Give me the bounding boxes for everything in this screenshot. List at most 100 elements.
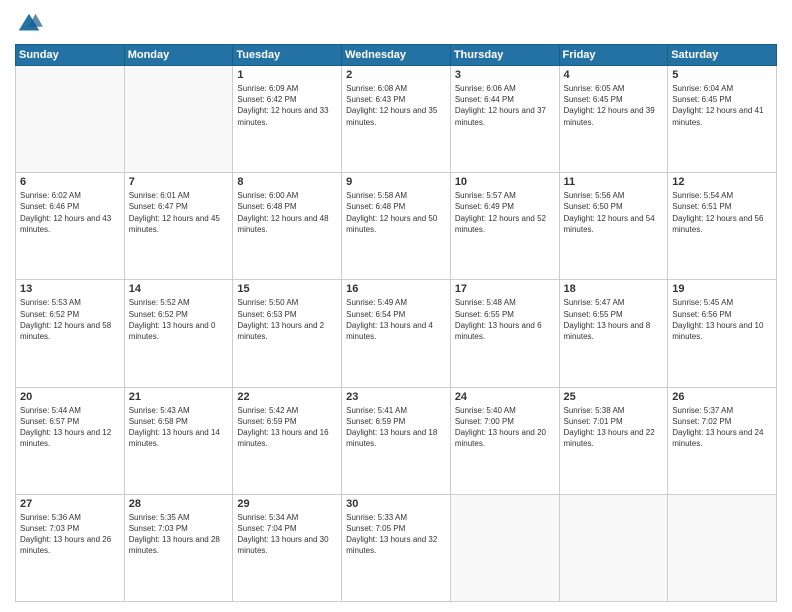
weekday-header: Tuesday: [233, 45, 342, 66]
day-info: Sunrise: 5:54 AM Sunset: 6:51 PM Dayligh…: [672, 190, 772, 235]
day-info: Sunrise: 5:42 AM Sunset: 6:59 PM Dayligh…: [237, 405, 337, 450]
calendar-week-row: 20Sunrise: 5:44 AM Sunset: 6:57 PM Dayli…: [16, 387, 777, 494]
calendar-week-row: 13 Sunrise: 5:53 AM Sunset: 6:52 PM Dayli…: [16, 280, 777, 387]
day-number: 28: [129, 498, 229, 510]
day-number: 8: [237, 176, 337, 188]
calendar-day-cell: 25 Sunrise: 5:38 AM Sunset: 7:01 PM Dayli…: [559, 387, 668, 494]
calendar-day-cell: 11 Sunrise: 5:56 AM Sunset: 6:50 PM Dayli…: [559, 173, 668, 280]
calendar-week-row: 27 Sunrise: 5:36 AM Sunset: 7:03 PM Dayli…: [16, 494, 777, 601]
day-info: Sunrise: 5:43 AM Sunset: 6:58 PM Dayligh…: [129, 405, 229, 450]
day-info: Sunrise: 6:04 AM Sunset: 6:45 PM Dayligh…: [672, 83, 772, 128]
calendar-week-row: 1Sunrise: 6:09 AM Sunset: 6:42 PM Daylig…: [16, 66, 777, 173]
day-number: 27: [20, 498, 120, 510]
day-number: 26: [672, 391, 772, 403]
day-number: 19: [672, 283, 772, 295]
day-info: Sunrise: 5:40 AM Sunset: 7:00 PM Dayligh…: [455, 405, 555, 450]
day-info: Sunrise: 5:48 AM Sunset: 6:55 PM Dayligh…: [455, 297, 555, 342]
calendar-day-cell: 10 Sunrise: 5:57 AM Sunset: 6:49 PM Dayli…: [450, 173, 559, 280]
day-info: Sunrise: 5:35 AM Sunset: 7:03 PM Dayligh…: [129, 512, 229, 557]
weekday-header-row: SundayMondayTuesdayWednesdayThursdayFrid…: [16, 45, 777, 66]
day-info: Sunrise: 5:56 AM Sunset: 6:50 PM Dayligh…: [564, 190, 664, 235]
day-number: 3: [455, 69, 555, 81]
day-info: Sunrise: 6:01 AM Sunset: 6:47 PM Dayligh…: [129, 190, 229, 235]
day-number: 10: [455, 176, 555, 188]
day-number: 5: [672, 69, 772, 81]
calendar-day-cell: [450, 494, 559, 601]
day-number: 18: [564, 283, 664, 295]
calendar-day-cell: 14 Sunrise: 5:52 AM Sunset: 6:52 PM Dayli…: [124, 280, 233, 387]
day-number: 25: [564, 391, 664, 403]
day-info: Sunrise: 5:47 AM Sunset: 6:55 PM Dayligh…: [564, 297, 664, 342]
logo-icon: [15, 10, 43, 38]
day-number: 1: [237, 69, 337, 81]
day-number: 9: [346, 176, 446, 188]
day-info: Sunrise: 5:45 AM Sunset: 6:56 PM Dayligh…: [672, 297, 772, 342]
calendar-day-cell: 16 Sunrise: 5:49 AM Sunset: 6:54 PM Dayli…: [342, 280, 451, 387]
day-info: Sunrise: 5:53 AM Sunset: 6:52 PM Dayligh…: [20, 297, 120, 342]
day-number: 22: [237, 391, 337, 403]
weekday-header: Friday: [559, 45, 668, 66]
day-number: 17: [455, 283, 555, 295]
calendar-day-cell: 13 Sunrise: 5:53 AM Sunset: 6:52 PM Dayli…: [16, 280, 125, 387]
day-info: Sunrise: 5:49 AM Sunset: 6:54 PM Dayligh…: [346, 297, 446, 342]
weekday-header: Wednesday: [342, 45, 451, 66]
calendar-day-cell: 15 Sunrise: 5:50 AM Sunset: 6:53 PM Dayli…: [233, 280, 342, 387]
day-number: 16: [346, 283, 446, 295]
day-number: 7: [129, 176, 229, 188]
day-number: 15: [237, 283, 337, 295]
calendar-day-cell: 7 Sunrise: 6:01 AM Sunset: 6:47 PM Daylig…: [124, 173, 233, 280]
day-info: Sunrise: 5:34 AM Sunset: 7:04 PM Dayligh…: [237, 512, 337, 557]
day-number: 30: [346, 498, 446, 510]
calendar-day-cell: 28 Sunrise: 5:35 AM Sunset: 7:03 PM Dayli…: [124, 494, 233, 601]
day-info: Sunrise: 5:41 AM Sunset: 6:59 PM Dayligh…: [346, 405, 446, 450]
calendar-page: SundayMondayTuesdayWednesdayThursdayFrid…: [0, 0, 792, 612]
calendar-day-cell: 9 Sunrise: 5:58 AM Sunset: 6:48 PM Daylig…: [342, 173, 451, 280]
calendar-day-cell: 21 Sunrise: 5:43 AM Sunset: 6:58 PM Dayli…: [124, 387, 233, 494]
day-info: Sunrise: 6:06 AM Sunset: 6:44 PM Dayligh…: [455, 83, 555, 128]
day-number: 11: [564, 176, 664, 188]
calendar-day-cell: 6Sunrise: 6:02 AM Sunset: 6:46 PM Daylig…: [16, 173, 125, 280]
calendar-day-cell: 30 Sunrise: 5:33 AM Sunset: 7:05 PM Dayli…: [342, 494, 451, 601]
page-header: [15, 10, 777, 38]
day-info: Sunrise: 5:38 AM Sunset: 7:01 PM Dayligh…: [564, 405, 664, 450]
day-info: Sunrise: 6:00 AM Sunset: 6:48 PM Dayligh…: [237, 190, 337, 235]
calendar-day-cell: 19 Sunrise: 5:45 AM Sunset: 6:56 PM Dayli…: [668, 280, 777, 387]
calendar-day-cell: 18 Sunrise: 5:47 AM Sunset: 6:55 PM Dayli…: [559, 280, 668, 387]
calendar-day-cell: 24 Sunrise: 5:40 AM Sunset: 7:00 PM Dayli…: [450, 387, 559, 494]
weekday-header: Saturday: [668, 45, 777, 66]
day-info: Sunrise: 5:58 AM Sunset: 6:48 PM Dayligh…: [346, 190, 446, 235]
day-info: Sunrise: 5:36 AM Sunset: 7:03 PM Dayligh…: [20, 512, 120, 557]
day-number: 21: [129, 391, 229, 403]
day-info: Sunrise: 5:33 AM Sunset: 7:05 PM Dayligh…: [346, 512, 446, 557]
day-number: 29: [237, 498, 337, 510]
weekday-header: Monday: [124, 45, 233, 66]
day-info: Sunrise: 5:37 AM Sunset: 7:02 PM Dayligh…: [672, 405, 772, 450]
logo: [15, 10, 47, 38]
calendar-day-cell: 12Sunrise: 5:54 AM Sunset: 6:51 PM Dayli…: [668, 173, 777, 280]
calendar-day-cell: 3 Sunrise: 6:06 AM Sunset: 6:44 PM Daylig…: [450, 66, 559, 173]
day-number: 6: [20, 176, 120, 188]
calendar-day-cell: 26 Sunrise: 5:37 AM Sunset: 7:02 PM Dayli…: [668, 387, 777, 494]
day-number: 13: [20, 283, 120, 295]
day-info: Sunrise: 5:44 AM Sunset: 6:57 PM Dayligh…: [20, 405, 120, 450]
day-number: 4: [564, 69, 664, 81]
calendar-day-cell: [16, 66, 125, 173]
calendar-day-cell: 22 Sunrise: 5:42 AM Sunset: 6:59 PM Dayli…: [233, 387, 342, 494]
day-info: Sunrise: 5:52 AM Sunset: 6:52 PM Dayligh…: [129, 297, 229, 342]
day-info: Sunrise: 5:57 AM Sunset: 6:49 PM Dayligh…: [455, 190, 555, 235]
calendar-day-cell: 27 Sunrise: 5:36 AM Sunset: 7:03 PM Dayli…: [16, 494, 125, 601]
day-number: 23: [346, 391, 446, 403]
calendar-day-cell: 8 Sunrise: 6:00 AM Sunset: 6:48 PM Daylig…: [233, 173, 342, 280]
day-number: 14: [129, 283, 229, 295]
weekday-header: Sunday: [16, 45, 125, 66]
calendar-day-cell: 4 Sunrise: 6:05 AM Sunset: 6:45 PM Daylig…: [559, 66, 668, 173]
calendar-day-cell: 20Sunrise: 5:44 AM Sunset: 6:57 PM Dayli…: [16, 387, 125, 494]
day-info: Sunrise: 5:50 AM Sunset: 6:53 PM Dayligh…: [237, 297, 337, 342]
calendar-day-cell: [124, 66, 233, 173]
day-number: 2: [346, 69, 446, 81]
calendar-day-cell: 2Sunrise: 6:08 AM Sunset: 6:43 PM Daylig…: [342, 66, 451, 173]
day-number: 24: [455, 391, 555, 403]
day-info: Sunrise: 6:05 AM Sunset: 6:45 PM Dayligh…: [564, 83, 664, 128]
calendar-day-cell: 23 Sunrise: 5:41 AM Sunset: 6:59 PM Dayli…: [342, 387, 451, 494]
calendar-day-cell: [668, 494, 777, 601]
